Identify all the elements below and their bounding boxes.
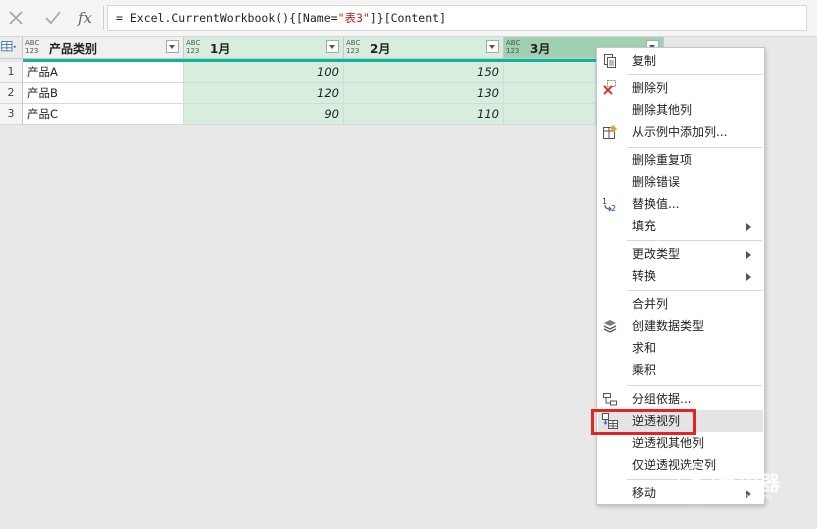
menu-item-fill[interactable]: 填充 — [598, 215, 763, 237]
menu-item-group-by[interactable]: 分组依据... — [598, 388, 763, 410]
menu-item-label: 逆透视其他列 — [632, 436, 705, 450]
type-any-icon[interactable]: ABCABC 123123 — [25, 39, 39, 55]
menu-item-change-type[interactable]: 更改类型 — [598, 243, 763, 265]
formula-bar: fx = Excel.CurrentWorkbook(){[Name="表3"]… — [0, 0, 817, 37]
menu-item-remove-duplicates[interactable]: 删除重复项 — [598, 149, 763, 171]
highlight-box — [591, 409, 696, 435]
menu-separator — [627, 240, 762, 241]
menu-item-label: 复制 — [632, 54, 657, 68]
row-number[interactable]: 1 — [0, 62, 23, 83]
menu-item-add-column-from-examples[interactable]: 从示例中添加列... — [598, 121, 763, 143]
group-by-icon — [603, 393, 617, 406]
menu-item-create-data-type[interactable]: 创建数据类型 — [598, 315, 763, 337]
column-header-jan[interactable]: ABC 123 1月 — [184, 37, 344, 59]
column-title: 1月 — [210, 42, 231, 56]
menu-item-label: 分组依据... — [632, 392, 692, 406]
menu-item-unpivot-other-columns[interactable]: 逆透视其他列 — [598, 432, 763, 454]
data-type-icon — [603, 320, 617, 333]
menu-item-label: 求和 — [632, 341, 657, 355]
menu-item-label: 创建数据类型 — [632, 319, 705, 333]
menu-item-label: 删除其他列 — [632, 103, 693, 117]
menu-item-replace-values[interactable]: 12 替换值... — [598, 193, 763, 215]
table-cell[interactable]: 产品A — [23, 62, 184, 83]
watermark: 路由器 luyouqi.com — [676, 465, 806, 505]
menu-item-label: 从示例中添加列... — [632, 125, 728, 139]
table-cell[interactable]: 130 — [344, 83, 504, 104]
menu-item-label: 替换值... — [632, 197, 680, 211]
table-cell[interactable] — [504, 83, 596, 104]
menu-item-transform[interactable]: 转换 — [598, 265, 763, 287]
table-cell[interactable]: 100 — [184, 62, 344, 83]
cancel-icon[interactable] — [7, 9, 25, 27]
menu-item-label: 删除重复项 — [632, 153, 693, 167]
table-icon[interactable] — [1, 41, 17, 53]
submenu-arrow-icon — [746, 251, 751, 259]
menu-separator — [627, 74, 762, 75]
menu-separator — [627, 147, 762, 148]
formula-input[interactable]: = Excel.CurrentWorkbook(){[Name="表3"]}[C… — [107, 5, 807, 31]
copy-icon — [604, 54, 616, 68]
menu-item-product[interactable]: 乘积 — [598, 359, 763, 381]
watermark-subtext: luyouqi.com — [722, 492, 771, 501]
formula-bar-divider — [103, 6, 104, 30]
column-from-example-icon — [603, 125, 617, 139]
fx-icon[interactable]: fx — [78, 9, 96, 27]
column-title: 3月 — [530, 42, 551, 56]
delete-icon — [603, 80, 616, 95]
router-logo-icon — [676, 465, 716, 505]
table-corner-menu[interactable] — [0, 37, 23, 59]
menu-item-label: 填充 — [632, 219, 657, 233]
type-any-icon[interactable]: ABC 123 — [346, 39, 360, 55]
formula-string: "表3" — [337, 11, 370, 25]
column-header-feb[interactable]: ABC 123 2月 — [344, 37, 504, 59]
menu-item-label: 乘积 — [632, 363, 657, 377]
type-any-icon[interactable]: ABC 123 — [506, 39, 520, 55]
menu-item-remove-other-columns[interactable]: 删除其他列 — [598, 99, 763, 121]
menu-separator — [627, 385, 762, 386]
svg-text:2: 2 — [611, 204, 616, 212]
menu-item-remove-column[interactable]: 删除列 — [598, 77, 763, 99]
type-any-icon[interactable]: ABC 123 — [186, 39, 200, 55]
column-filter-button[interactable] — [166, 40, 179, 53]
row-number[interactable]: 2 — [0, 83, 23, 104]
menu-item-label: 合并列 — [632, 297, 669, 311]
menu-item-remove-errors[interactable]: 删除错误 — [598, 171, 763, 193]
column-title: 2月 — [370, 42, 391, 56]
context-menu: 复制 删除列 删除其他列 从示例中添加列... 删除重复项 删除错误 12 替换… — [596, 47, 765, 505]
table-cell[interactable]: 110 — [344, 104, 504, 125]
formula-suffix: ]}[Content] — [369, 11, 447, 25]
menu-item-label: 转换 — [632, 269, 657, 283]
column-filter-button[interactable] — [486, 40, 499, 53]
menu-item-sum[interactable]: 求和 — [598, 337, 763, 359]
check-icon[interactable] — [44, 9, 62, 27]
table-cell[interactable]: 150 — [344, 62, 504, 83]
row-number[interactable]: 3 — [0, 104, 23, 125]
table-cell[interactable]: 90 — [184, 104, 344, 125]
column-header-category[interactable]: ABCABC 123123 产品类别 — [23, 37, 184, 59]
menu-separator — [627, 290, 762, 291]
column-title: 产品类别 — [49, 42, 98, 56]
menu-item-copy[interactable]: 复制 — [598, 50, 763, 72]
menu-item-label: 删除列 — [632, 81, 669, 95]
table-cell[interactable]: 产品C — [23, 104, 184, 125]
menu-item-label: 移动 — [632, 486, 657, 500]
menu-item-merge-columns[interactable]: 合并列 — [598, 293, 763, 315]
replace-values-icon: 12 — [602, 197, 616, 212]
formula-prefix: = Excel.CurrentWorkbook(){[Name= — [116, 11, 338, 25]
column-filter-button[interactable] — [326, 40, 339, 53]
submenu-arrow-icon — [746, 223, 751, 231]
menu-item-label: 删除错误 — [632, 175, 681, 189]
svg-text:1: 1 — [602, 197, 607, 206]
table-cell[interactable]: 产品B — [23, 83, 184, 104]
table-cell[interactable] — [504, 62, 596, 83]
table-cell[interactable] — [504, 104, 596, 125]
table-cell[interactable]: 120 — [184, 83, 344, 104]
submenu-arrow-icon — [746, 273, 751, 281]
menu-item-label: 更改类型 — [632, 247, 681, 261]
